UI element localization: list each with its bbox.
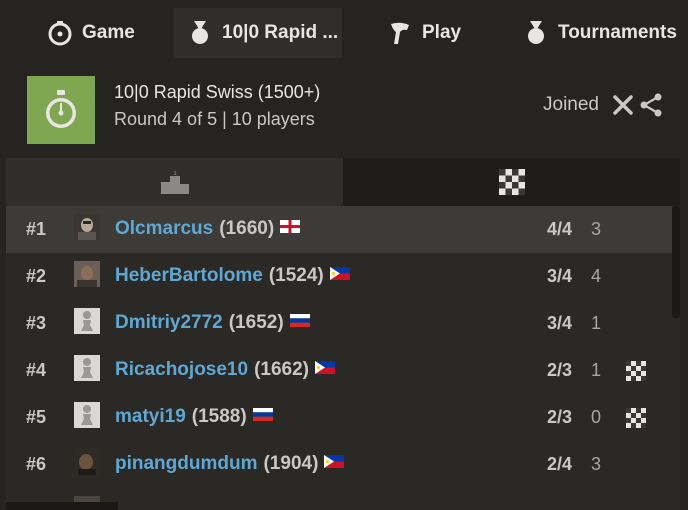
player-points: 4	[591, 266, 602, 286]
tournament-panel: Game 10|0 Rapid ... Play Tournaments 10|…	[6, 8, 680, 510]
tournament-title: 10|0 Rapid Swiss (1500+)	[114, 82, 321, 102]
player-username[interactable]: HeberBartolome	[115, 265, 263, 286]
player-score: 2/4	[547, 454, 573, 474]
player-name[interactable]: matyi19 (1588)	[115, 406, 273, 428]
pawn-icon	[81, 358, 93, 378]
tab-tournaments[interactable]: Tournaments	[508, 8, 680, 58]
player-name[interactable]: pinangdumdum (1904)	[115, 453, 345, 475]
player-rank: #6	[26, 454, 47, 474]
tab-play-label: Play	[422, 22, 462, 43]
player-score: 3/4	[547, 266, 573, 286]
tournament-header: 10|0 Rapid Swiss (1500+) Round 4 of 5 | …	[6, 58, 680, 158]
player-username[interactable]: pinangdumdum	[115, 453, 257, 474]
player-username[interactable]: Dmitriy2772	[115, 312, 223, 333]
withdraw-button[interactable]	[612, 94, 634, 116]
standings-row[interactable]: #6 pinangdumdum (1904) 2/4 3	[6, 441, 672, 488]
player-rating: (1662)	[254, 359, 309, 380]
standings-row[interactable]: #4 Ricachojose10 (1662) 2/3 1	[6, 347, 672, 394]
share-icon	[640, 93, 662, 117]
tab-tournaments-label: Tournaments	[558, 22, 677, 43]
avatar[interactable]	[74, 308, 100, 334]
philippines-flag-icon	[329, 267, 350, 281]
pawn-icon	[81, 405, 93, 425]
player-score: 2/3	[547, 360, 573, 380]
philippines-flag-icon	[324, 455, 345, 469]
sub-tabs: 1	[6, 158, 680, 206]
player-username[interactable]: Ricachojose10	[115, 359, 248, 380]
player-rating: (1524)	[268, 265, 324, 286]
player-points: 1	[591, 313, 602, 333]
player-rank: #3	[26, 313, 47, 333]
russia-flag-icon	[289, 314, 310, 328]
tab-standings[interactable]: 1	[6, 158, 343, 206]
standings-row[interactable]: #5 matyi19 (1588) 2/3 0	[6, 394, 672, 441]
player-points: 3	[591, 219, 602, 239]
standings-scrollbar[interactable]	[672, 206, 680, 318]
tab-games[interactable]	[343, 158, 680, 206]
horizontal-scrollbar[interactable]	[6, 502, 118, 510]
player-score: 2/3	[547, 407, 573, 427]
pawn-icon	[81, 311, 93, 331]
player-rank: #4	[26, 360, 47, 380]
player-rank: #5	[26, 407, 47, 427]
medal-icon	[522, 19, 550, 47]
avatar[interactable]	[74, 402, 100, 428]
player-rank: #2	[26, 266, 47, 286]
player-score: 4/4	[547, 219, 573, 239]
avatar[interactable]	[74, 261, 100, 287]
close-icon	[613, 95, 633, 115]
avatar[interactable]	[74, 449, 100, 475]
tournament-subtitle: Round 4 of 5 | 10 players	[114, 109, 315, 129]
player-name[interactable]: HeberBartolome (1524)	[115, 265, 350, 287]
tab-tournament-label: 10|0 Rapid ...	[222, 22, 339, 43]
stopwatch-icon	[46, 90, 76, 128]
player-rating: (1904)	[263, 453, 319, 474]
share-button[interactable]	[638, 92, 664, 118]
russia-flag-icon	[252, 408, 273, 422]
player-name[interactable]: Olcmarcus (1660)	[115, 218, 301, 240]
player-name[interactable]: Ricachojose10 (1662)	[115, 359, 335, 381]
avatar[interactable]	[74, 214, 100, 240]
player-rating: (1652)	[228, 312, 284, 333]
standings-list: #1 Olcmarcus (1660) 4/4 3 #2 HeberBartolo…	[6, 206, 672, 510]
player-score: 3/4	[547, 313, 573, 333]
standings-row[interactable]: #3 Dmitriy2772 (1652) 3/4 1	[6, 300, 672, 347]
tab-play[interactable]: Play	[342, 8, 508, 58]
player-username[interactable]: matyi19	[115, 406, 186, 427]
standings-row[interactable]: #1 Olcmarcus (1660) 4/4 3	[6, 206, 672, 253]
tournament-thumbnail	[27, 76, 95, 144]
player-name[interactable]: Dmitriy2772 (1652)	[115, 312, 310, 334]
player-rating: (1588)	[191, 406, 247, 427]
player-points: 3	[591, 454, 602, 474]
philippines-flag-icon	[315, 361, 335, 375]
tab-game-label: Game	[82, 22, 135, 43]
joined-status: Joined	[543, 94, 599, 115]
player-points: 1	[591, 360, 602, 380]
avatar[interactable]	[74, 355, 100, 381]
chessboard-icon[interactable]	[626, 408, 646, 428]
medal-icon	[186, 19, 214, 47]
player-rank: #1	[26, 219, 47, 239]
top-tabs: Game 10|0 Rapid ... Play Tournaments	[6, 8, 680, 58]
player-rating: (1660)	[219, 218, 275, 239]
england-flag-icon	[280, 220, 301, 234]
podium-icon: 1	[160, 171, 189, 194]
standings-row[interactable]: #2 HeberBartolome (1524) 3/4 4	[6, 253, 672, 300]
chessboard-icon	[498, 169, 525, 195]
stopwatch-icon	[46, 19, 74, 47]
player-username[interactable]: Olcmarcus	[115, 218, 213, 239]
tab-game[interactable]: Game	[6, 8, 174, 58]
tab-tournament[interactable]: 10|0 Rapid ...	[174, 8, 342, 58]
player-points: 0	[591, 407, 602, 427]
pawn-icon	[386, 19, 414, 47]
chessboard-icon[interactable]	[626, 361, 646, 381]
